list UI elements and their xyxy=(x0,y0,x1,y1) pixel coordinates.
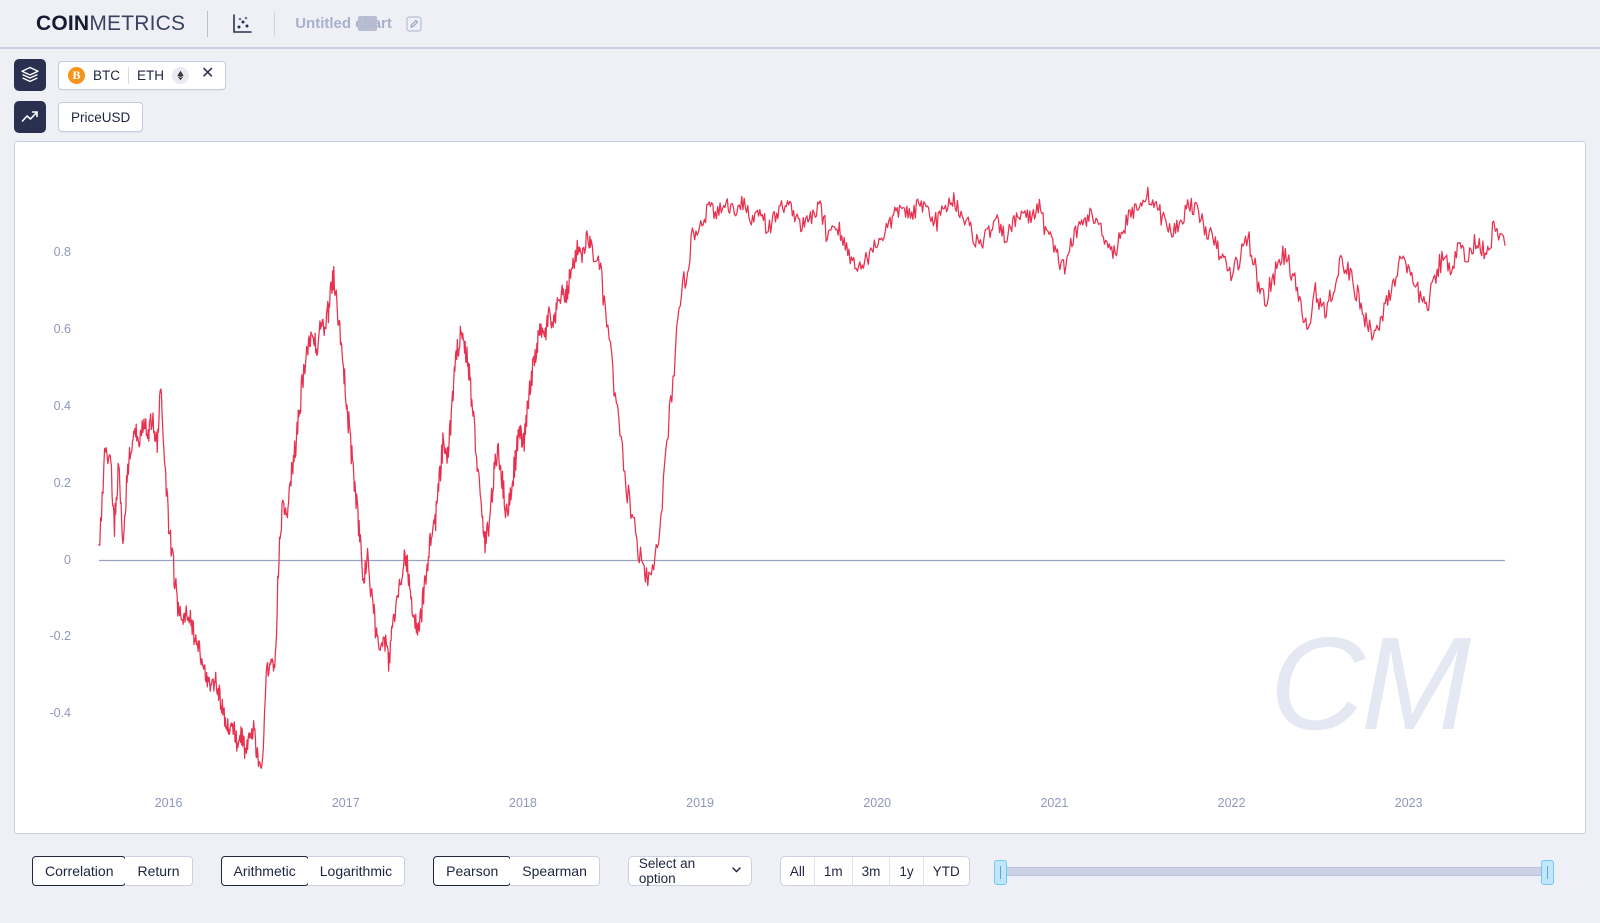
chart-card: CM 0.8 0.6 0.4 0.2 0 -0.2 -0.4 2016 2017 2018 201… xyxy=(14,141,1586,834)
slider-track[interactable] xyxy=(993,867,1554,876)
chevron-down-icon xyxy=(730,863,743,879)
ethereum-icon xyxy=(172,66,189,84)
asset-selector-pill[interactable]: B BTC ETH ✕ xyxy=(58,60,227,90)
x-axis-tick-label: 2021 xyxy=(1040,796,1069,810)
x-axis-tick-label: 2020 xyxy=(863,796,892,810)
text-cursor-icon xyxy=(358,16,378,31)
trend-line-icon[interactable] xyxy=(14,101,46,133)
x-axis-tick-label: 2023 xyxy=(1394,796,1423,810)
layers-icon[interactable] xyxy=(14,59,46,91)
mode-option-correlation[interactable]: Correlation xyxy=(32,856,127,886)
x-axis-tick-label: 2016 xyxy=(154,796,183,810)
metric-label: PriceUSD xyxy=(71,109,131,125)
scale-toggle-group: Arithmetic Logarithmic xyxy=(220,856,406,886)
range-option-1y[interactable]: 1y xyxy=(890,857,924,885)
x-axis-tick-label: 2018 xyxy=(509,796,537,810)
slider-handle-left[interactable] xyxy=(993,860,1007,885)
scatter-plot-icon[interactable] xyxy=(230,12,254,36)
scale-option-arithmetic[interactable]: Arithmetic xyxy=(220,856,309,886)
window-select-value: Select an option xyxy=(638,856,696,886)
window-select[interactable]: Select an option xyxy=(627,856,752,886)
asset-divider xyxy=(128,66,129,84)
x-axis-tick-label: 2017 xyxy=(331,796,360,810)
coinmetrics-chart-app: COINMETRICS Untitled chart B BTC ETH ✕ P… xyxy=(0,0,1600,923)
brand-light: METRICS xyxy=(89,11,186,35)
asset-label-eth[interactable]: ETH xyxy=(137,68,164,83)
document-title-text: Untitled chart xyxy=(295,15,392,32)
remove-assets-button[interactable]: ✕ xyxy=(197,66,216,84)
mode-option-return[interactable]: Return xyxy=(125,856,193,886)
range-option-1m[interactable]: 1m xyxy=(815,857,853,885)
pencil-edit-icon[interactable] xyxy=(406,16,422,32)
method-toggle-group: Pearson Spearman xyxy=(433,856,600,886)
metric-row: PriceUSD xyxy=(14,101,144,133)
asset-label-btc[interactable]: BTC xyxy=(93,68,120,83)
range-option-ytd[interactable]: YTD xyxy=(924,857,969,885)
x-axis-tick-label: 2019 xyxy=(686,796,714,810)
x-axis-tick-label: 2022 xyxy=(1217,796,1246,810)
slider-handle-right[interactable] xyxy=(1541,860,1554,885)
mode-toggle-group: Correlation Return xyxy=(32,856,193,886)
brand-bold: COIN xyxy=(36,11,90,35)
assets-row: B BTC ETH ✕ xyxy=(14,59,227,91)
header-divider-1 xyxy=(207,10,209,37)
method-option-pearson[interactable]: Pearson xyxy=(433,856,512,886)
range-option-3m[interactable]: 3m xyxy=(853,857,891,885)
header-divider-2 xyxy=(274,11,276,36)
top-bar: COINMETRICS Untitled chart xyxy=(0,0,1600,49)
document-title[interactable]: Untitled chart xyxy=(295,15,422,32)
bitcoin-icon: B xyxy=(68,66,85,84)
method-option-spearman[interactable]: Spearman xyxy=(510,856,600,886)
x-axis-labels: 2016 2017 2018 2019 2020 2021 2022 2023 xyxy=(15,142,1585,833)
time-range-slider[interactable] xyxy=(993,856,1554,886)
bottom-control-bar: Correlation Return Arithmetic Logarithmic … xyxy=(0,843,1600,899)
range-option-all[interactable]: All xyxy=(781,857,815,885)
scale-option-logarithmic[interactable]: Logarithmic xyxy=(307,856,406,886)
coinmetrics-logo[interactable]: COINMETRICS xyxy=(36,12,185,36)
metric-selector-pill[interactable]: PriceUSD xyxy=(58,102,144,132)
time-range-group: All 1m 3m 1y YTD xyxy=(779,856,970,886)
